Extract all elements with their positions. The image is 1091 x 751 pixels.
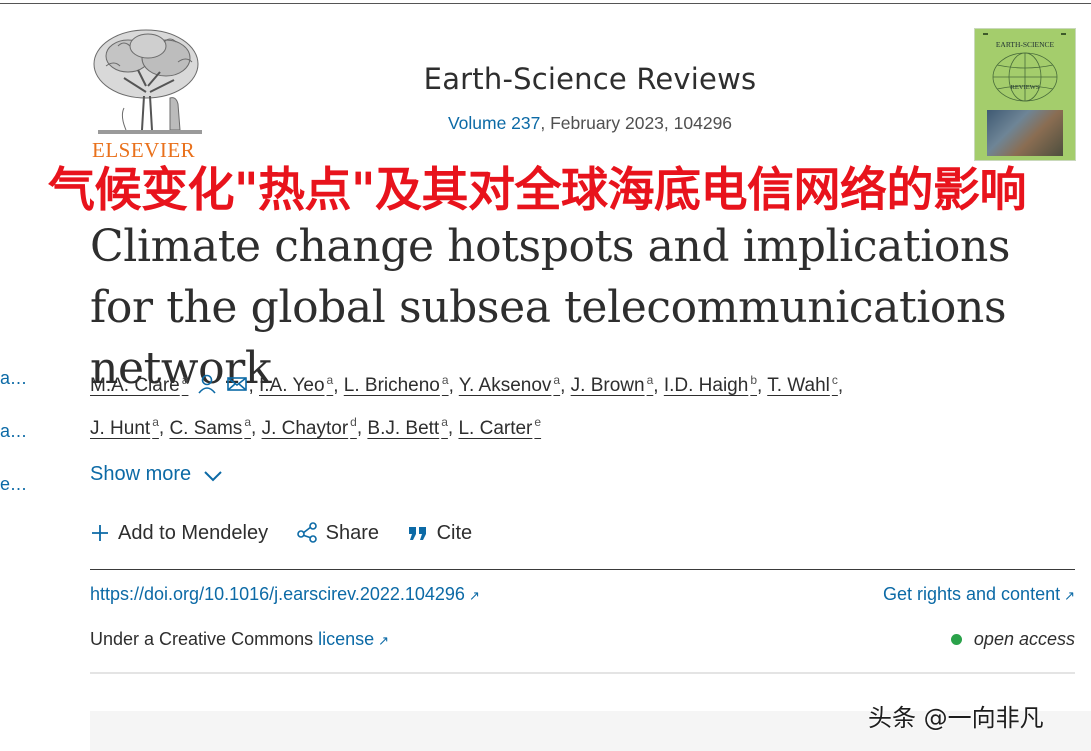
cover-subtitle: REVIEWS [1010,84,1040,91]
doi-text: https://doi.org/10.1016/j.earscirev.2022… [90,584,465,604]
author-name: I.D. Haigh [663,375,749,397]
volume-link[interactable]: Volume 237 [448,113,540,133]
author-list: M.A. Clare a, I.A. Yeo a, L. Bricheno a, Y.… [90,373,844,439]
cover-mark [983,33,988,35]
open-access-dot-icon [950,634,962,645]
author-link[interactable]: L. Carter e [458,415,542,439]
affiliation-marker: a [326,373,334,387]
affiliation-marker: c [831,373,838,387]
affiliation-marker: b [750,373,757,387]
affiliation-marker: a [244,415,251,430]
author-link[interactable]: B.J. Bett a [367,415,448,439]
author-name: C. Sams [169,417,243,439]
author-name: L. Carter [458,417,533,439]
journal-issue-info: Volume 237, February 2023, 104296 [380,113,800,134]
cite-button[interactable]: Cite [407,522,473,545]
author-name: J. Chaytor [261,417,349,439]
plus-icon [92,525,108,541]
share-label: Share [325,522,380,544]
share-icon [296,522,317,543]
license-info: Under a Creative Commons license ↗ [90,629,389,650]
author-link[interactable]: Y. Aksenov a [458,373,561,397]
author-link[interactable]: I.A. Yeo a [259,373,334,397]
doi-link[interactable]: https://doi.org/10.1016/j.earscirev.2022… [90,584,480,605]
author-link[interactable]: M.A. Clare a [90,373,189,397]
affiliation-marker: a [646,373,654,387]
author-link[interactable]: J. Brown a [570,373,654,397]
share-button[interactable]: Share [296,521,379,545]
article-toolbar: Add to Mendeley Share Cite [90,521,494,545]
author-link[interactable]: I.D. Haigh b [663,373,757,397]
cover-globe-icon [992,52,1058,102]
chevron-down-icon [204,471,222,482]
journal-cover-image[interactable]: EARTH-SCIENCE REVIEWS [974,28,1076,161]
author-link[interactable]: L. Bricheno a [343,373,449,397]
external-link-icon: ↗ [468,588,480,603]
affiliation-marker: e [534,415,542,430]
affiliation-marker: a [441,373,449,387]
email-icon[interactable] [226,373,248,395]
show-more-button[interactable]: Show more [90,463,223,486]
cover-title: EARTH-SCIENCE [995,40,1055,49]
rights-link[interactable]: Get rights and content ↗ [883,584,1075,605]
sidebar-item[interactable]: a... [0,368,27,389]
rights-text: Get rights and content [882,584,1061,604]
sidebar-item[interactable]: e... [0,474,27,495]
divider [90,672,1075,674]
author-name: B.J. Bett [367,417,440,439]
author-name: L. Bricheno [343,375,440,397]
license-link-text: license [318,629,375,649]
author-name: J. Hunt [90,417,151,439]
author-link[interactable]: T. Wahl c [767,373,838,397]
author-name: J. Brown [570,375,645,397]
person-icon[interactable] [196,373,218,395]
affiliation-marker: a [152,415,159,430]
author-link[interactable]: J. Chaytor d [261,415,357,439]
affiliation-marker: a [553,373,561,387]
cover-mark [1061,33,1066,35]
sidebar-item[interactable]: a... [0,421,27,442]
author-name: T. Wahl [767,375,830,397]
author-name: Y. Aksenov [458,375,552,397]
affiliation-marker: a [441,415,448,430]
open-access-label: open access [973,629,1075,649]
author-link[interactable]: C. Sams a [169,415,251,439]
watermark: 头条 @一向非凡 [868,704,1044,732]
issue-date: , February 2023, 104296 [540,113,733,133]
mendeley-label: Add to Mendeley [118,522,269,544]
affiliation-marker: a [181,373,189,387]
author-name: I.A. Yeo [259,375,325,397]
top-border [0,3,1091,4]
overlay-title-cn: 气候变化"热点"及其对全球海底电信网络的影响 [48,163,1026,218]
cite-label: Cite [436,522,473,544]
author-name: M.A. Clare [90,375,180,397]
elsevier-wordmark: ELSEVIER [92,138,196,162]
license-prefix: Under a Creative Commons [90,629,319,649]
quote-icon [408,527,426,540]
divider [90,569,1075,570]
cover-photo [987,110,1063,156]
affiliation-marker: d [350,415,357,430]
external-link-icon: ↗ [1064,588,1075,603]
add-to-mendeley-button[interactable]: Add to Mendeley [90,522,268,545]
license-link[interactable]: license ↗ [318,629,389,649]
show-more-label: Show more [90,463,192,485]
open-access-badge: open access [950,629,1075,650]
journal-title[interactable]: Earth-Science Reviews [380,62,800,96]
external-link-icon: ↗ [378,633,390,648]
author-link[interactable]: J. Hunt a [90,415,159,439]
